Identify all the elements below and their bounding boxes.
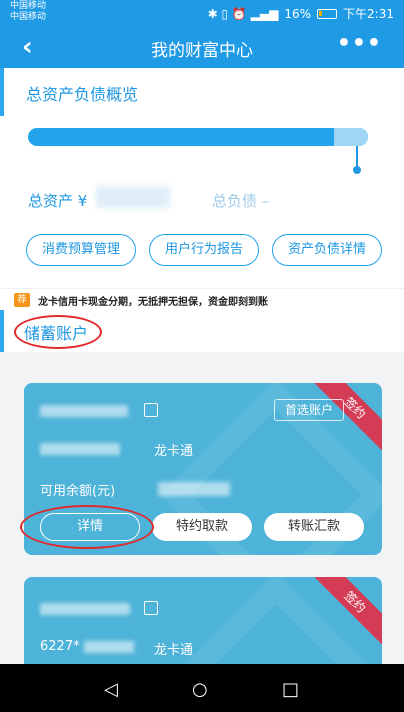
masked-account-name [40,405,128,417]
asset-debt-bar [28,128,368,146]
total-debt-label: 总负债 – [212,192,270,210]
carrier-1: 中国移动 [10,1,47,11]
transfer-button[interactable]: 转账汇款 [264,513,364,541]
carrier-2: 中国移动 [10,12,47,22]
back-nav-icon[interactable]: ◁ [104,679,118,700]
budget-button[interactable]: 消费预算管理 [26,234,136,266]
primary-account-badge[interactable]: 首选账户 [274,399,344,421]
balance-detail-button[interactable]: 资产负债详情 [272,234,382,266]
masked-card-number [84,641,134,653]
debt-marker [356,146,358,168]
savings-header: 储蓄账户 [0,310,404,352]
debt-marker-dot [353,166,361,174]
system-nav-bar: ◁ ○ □ [0,664,404,712]
masked-assets-value [96,186,170,208]
battery-icon [317,8,338,19]
masked-card-number [40,443,120,455]
home-nav-icon[interactable]: ○ [192,679,208,700]
promo-text: 龙卡信用卡现金分期，无抵押无担保，资金即刻到账 [38,297,268,308]
behavior-report-button[interactable]: 用户行为报告 [149,234,259,266]
overview-header: 总资产负债概览 [0,68,404,116]
card-type: 龙卡通 [154,444,194,459]
special-withdraw-button[interactable]: 特约取款 [152,513,252,541]
card-number-prefix: 6227* [40,639,80,654]
debt-fill [334,128,368,146]
status-bar: 中国移动 中国移动 ✱ ▯ ⏰ ▂▄▆ 16% 下午2:31 [0,0,404,26]
clock: 下午2:31 [343,7,394,21]
annotation-circle [14,315,102,349]
promo-tag: 荐 [14,293,30,307]
edit-icon[interactable] [144,601,158,615]
available-balance-label: 可用余额(元) [40,484,116,499]
recents-nav-icon[interactable]: □ [282,679,299,700]
card-type: 龙卡通 [154,643,194,658]
navbar: ‹ 我的财富中心 ••• [0,26,404,68]
masked-balance [158,482,230,496]
signal-icons: ✱ ▯ ⏰ ▂▄▆ [207,6,279,21]
more-icon[interactable]: ••• [337,31,382,56]
promo-banner[interactable]: 荐 龙卡信用卡现金分期，无抵押无担保，资金即刻到账 [0,288,404,310]
edit-icon[interactable] [144,403,158,417]
overview-title: 总资产负债概览 [26,85,139,104]
total-assets-label: 总资产 ¥ [28,192,88,210]
overview-panel: 总资产 ¥ 总负债 – 消费预算管理 用户行为报告 资产负债详情 [0,116,404,288]
annotation-circle [20,505,154,549]
masked-account-name [40,603,130,615]
signed-ribbon: 签约 [308,577,382,649]
battery-percent: 16% [284,6,312,21]
